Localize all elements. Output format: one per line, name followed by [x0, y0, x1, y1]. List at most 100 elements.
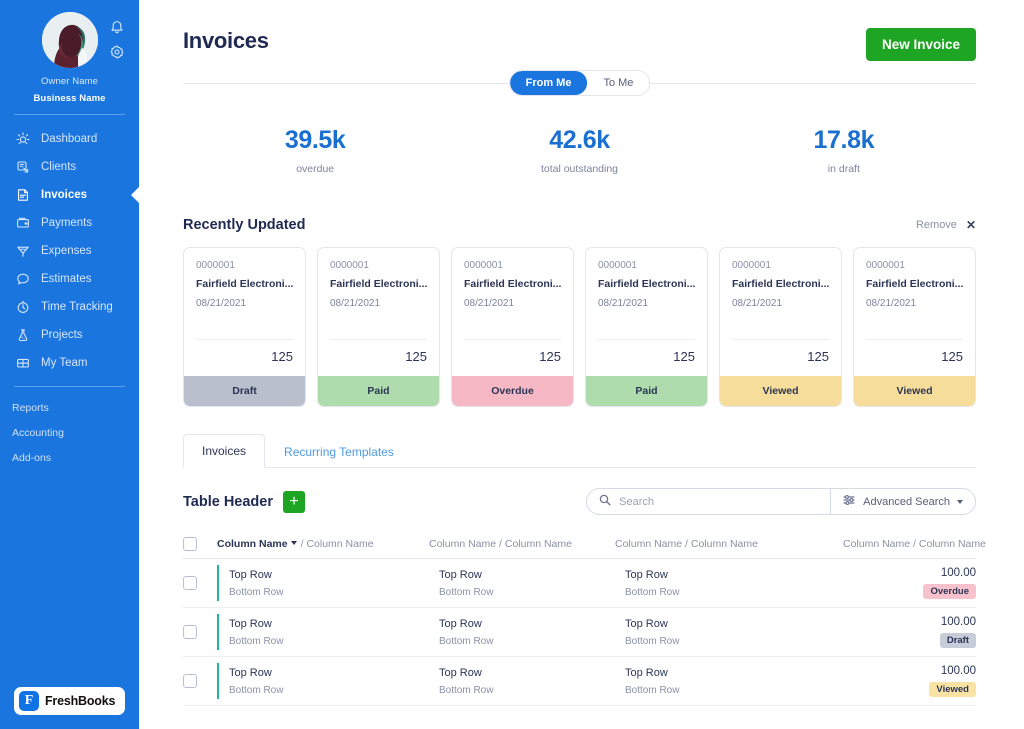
row-checkbox[interactable] — [183, 625, 197, 639]
column-header-4[interactable]: Column Name / Column Name — [843, 538, 986, 550]
row-amount: 100.00 — [941, 665, 976, 677]
invoice-amount: 125 — [196, 340, 293, 376]
invoice-amount: 125 — [732, 340, 829, 376]
page-header: Invoices New Invoice — [183, 0, 976, 61]
tab-to-me[interactable]: To Me — [587, 71, 649, 95]
invoice-date: 08/21/2021 — [196, 298, 293, 309]
sort-caret-icon[interactable] — [291, 541, 297, 545]
column-header-1[interactable]: Column Name/ Column Name — [217, 538, 429, 550]
cell-top-text: Top Row — [439, 618, 615, 630]
sidebar-item-invoices[interactable]: Invoices — [0, 181, 139, 209]
invoice-number: 0000001 — [732, 260, 829, 271]
stat-overdue: 39.5k overdue — [183, 126, 447, 175]
tab-from-me[interactable]: From Me — [510, 71, 588, 95]
invoice-card[interactable]: 0000001 Fairfield Electroni... 08/21/202… — [317, 247, 440, 407]
gear-icon[interactable] — [110, 45, 124, 59]
sidebar-item-label: Clients — [41, 161, 76, 173]
table-cell-2: Top Row Bottom Row — [429, 657, 615, 705]
sidebar-item-dashboard[interactable]: Dashboard — [0, 125, 139, 153]
table-cell-amount: 100.00 Overdue — [843, 559, 976, 607]
search-input[interactable] — [619, 496, 818, 508]
invoice-client: Fairfield Electroni... — [598, 278, 695, 290]
sidebar-item-expenses[interactable]: Expenses — [0, 237, 139, 265]
payments-icon — [15, 215, 31, 231]
column-header-secondary: Column Name — [919, 538, 986, 550]
invoice-card[interactable]: 0000001 Fairfield Electroni... 08/21/202… — [183, 247, 306, 407]
row-checkbox[interactable] — [183, 674, 197, 688]
table-row[interactable]: Top Row Bottom Row Top Row Bottom Row To… — [183, 657, 976, 706]
table-row[interactable]: Top Row Bottom Row Top Row Bottom Row To… — [183, 608, 976, 657]
sidebar-item-accounting[interactable]: Accounting — [0, 420, 139, 445]
cell-top-text: Top Row — [625, 569, 843, 581]
sidebar-item-reports[interactable]: Reports — [0, 395, 139, 420]
sidebar-item-clients[interactable]: Clients — [0, 153, 139, 181]
invoice-date: 08/21/2021 — [464, 298, 561, 309]
row-amount: 100.00 — [941, 567, 976, 579]
invoice-date: 08/21/2021 — [598, 298, 695, 309]
cell-bottom-text: Bottom Row — [229, 587, 429, 598]
invoice-number: 0000001 — [330, 260, 427, 271]
advanced-search-button[interactable]: Advanced Search — [831, 489, 975, 514]
remove-section-button[interactable]: Remove ✕ — [916, 218, 976, 232]
cell-top-text: Top Row — [229, 667, 429, 679]
search-box[interactable] — [587, 489, 830, 514]
status-badge: Viewed — [720, 376, 841, 406]
select-all-checkbox[interactable] — [183, 537, 197, 551]
invoice-card[interactable]: 0000001 Fairfield Electroni... 08/21/202… — [585, 247, 708, 407]
column-header-primary: Column Name — [615, 538, 682, 550]
row-accent-bar — [217, 614, 219, 650]
tab-invoices[interactable]: Invoices — [183, 434, 265, 468]
from-to-toggle-row: From Me To Me — [183, 70, 976, 96]
invoice-date: 08/21/2021 — [866, 298, 963, 309]
table-cell-amount: 100.00 Viewed — [843, 657, 976, 705]
projects-icon — [15, 327, 31, 343]
sidebar-nav: Dashboard Clients — [0, 121, 139, 377]
business-name: Business Name — [0, 93, 139, 104]
invoice-card-body: 0000001 Fairfield Electroni... 08/21/202… — [720, 248, 841, 376]
tab-recurring-templates[interactable]: Recurring Templates — [265, 435, 413, 468]
status-badge: Viewed — [854, 376, 975, 406]
freshbooks-logo[interactable]: F FreshBooks — [14, 687, 125, 715]
sidebar-item-addons[interactable]: Add-ons — [0, 445, 139, 470]
column-header-3[interactable]: Column Name / Column Name — [615, 538, 843, 550]
invoice-card-body: 0000001 Fairfield Electroni... 08/21/202… — [318, 248, 439, 376]
invoice-card[interactable]: 0000001 Fairfield Electroni... 08/21/202… — [719, 247, 842, 407]
table-cell-2: Top Row Bottom Row — [429, 559, 615, 607]
avatar-wrapper — [0, 12, 139, 68]
invoice-card[interactable]: 0000001 Fairfield Electroni... 08/21/202… — [451, 247, 574, 407]
sidebar-item-my-team[interactable]: My Team — [0, 349, 139, 377]
table-header-title: Table Header — [183, 494, 273, 510]
table-header-row: Column Name/ Column Name Column Name / C… — [183, 529, 976, 559]
table-row[interactable]: Top Row Bottom Row Top Row Bottom Row To… — [183, 559, 976, 608]
sidebar-item-time-tracking[interactable]: Time Tracking — [0, 293, 139, 321]
sidebar-item-projects[interactable]: Projects — [0, 321, 139, 349]
bell-icon[interactable] — [110, 20, 124, 35]
column-header-2[interactable]: Column Name / Column Name — [429, 538, 615, 550]
invoice-amount: 125 — [464, 340, 561, 376]
stat-in-draft: 17.8k in draft — [712, 126, 976, 175]
status-badge: Draft — [940, 633, 976, 648]
table-toolbar: Table Header + — [183, 488, 976, 515]
add-row-button[interactable]: + — [283, 491, 305, 513]
sidebar-item-estimates[interactable]: Estimates — [0, 265, 139, 293]
avatar[interactable] — [42, 12, 98, 68]
sidebar-item-label: My Team — [41, 357, 87, 369]
row-checkbox[interactable] — [183, 576, 197, 590]
status-badge: Overdue — [452, 376, 573, 406]
new-invoice-button[interactable]: New Invoice — [866, 28, 976, 61]
table-cell-3: Top Row Bottom Row — [615, 559, 843, 607]
sidebar-item-payments[interactable]: Payments — [0, 209, 139, 237]
table-cell-2: Top Row Bottom Row — [429, 608, 615, 656]
close-icon[interactable]: ✕ — [966, 218, 976, 232]
table-cell-amount: 100.00 Draft — [843, 608, 976, 656]
sidebar-item-label: Projects — [41, 329, 83, 341]
invoice-date: 08/21/2021 — [330, 298, 427, 309]
sidebar-divider — [14, 114, 125, 115]
stat-value: 39.5k — [183, 126, 447, 155]
invoices-icon — [15, 187, 31, 203]
sidebar: Owner Name Business Name Dashboard — [0, 0, 139, 729]
stat-value: 42.6k — [447, 126, 711, 155]
column-header-secondary: Column Name — [691, 538, 758, 550]
invoice-card[interactable]: 0000001 Fairfield Electroni... 08/21/202… — [853, 247, 976, 407]
recently-updated-title: Recently Updated — [183, 217, 305, 233]
